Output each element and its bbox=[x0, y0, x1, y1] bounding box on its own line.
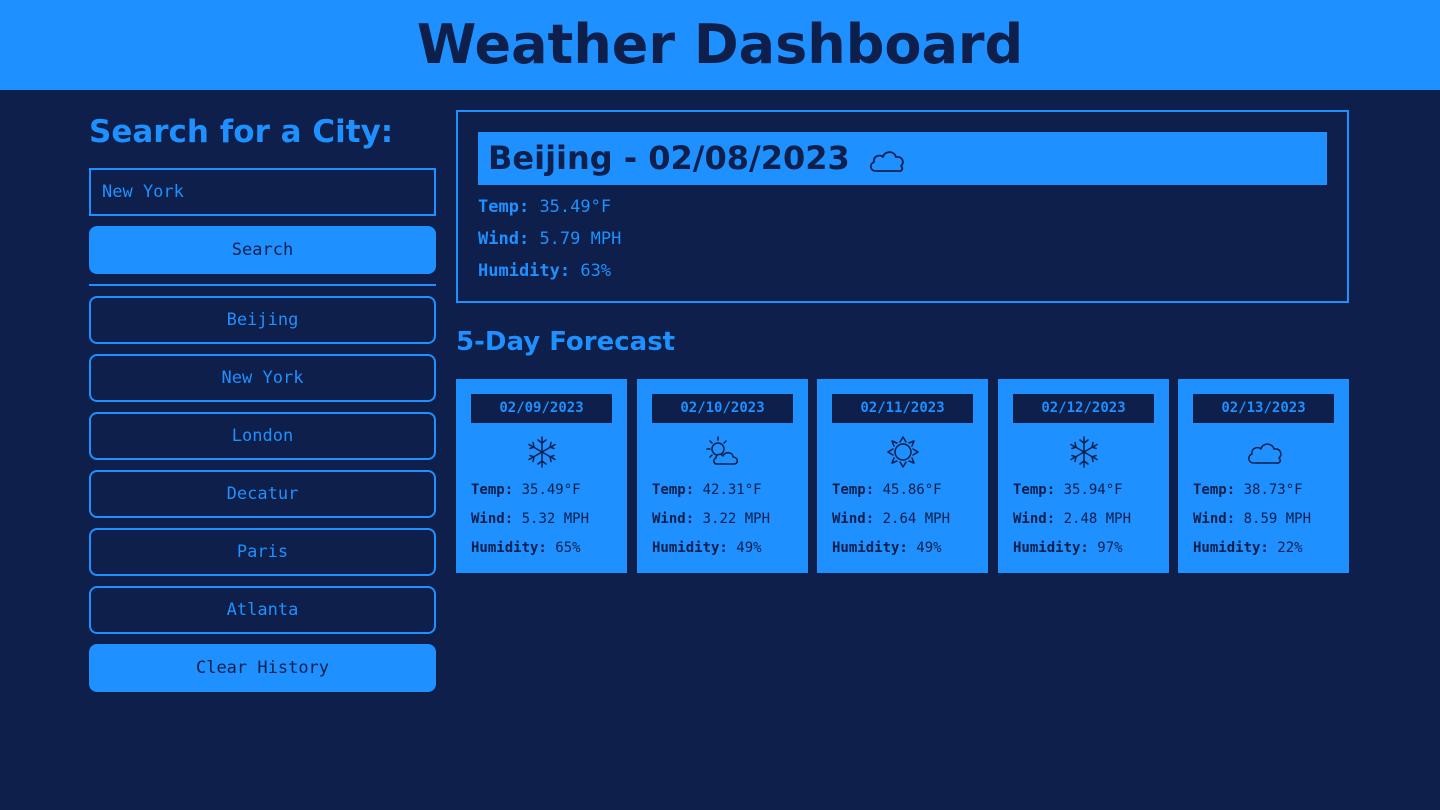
current-wind-label: Wind: bbox=[478, 229, 530, 249]
sidebar-divider bbox=[89, 284, 436, 286]
clear-history-button[interactable]: Clear History bbox=[89, 644, 436, 692]
current-humidity: Humidity: 63% bbox=[478, 261, 611, 281]
page-title: Weather Dashboard bbox=[416, 13, 1024, 76]
forecast-humidity-value: 49% bbox=[916, 540, 942, 556]
current-temp-label: Temp: bbox=[478, 197, 530, 217]
forecast-card: 02/12/2023 Temp: 35.94°F Wind: 2.48 MPH … bbox=[998, 379, 1169, 573]
forecast-wind-label: Wind: bbox=[652, 511, 695, 527]
search-sidebar: Search for a City: Search Beijing New Yo… bbox=[89, 110, 436, 692]
forecast-temp-value: 45.86°F bbox=[882, 482, 942, 498]
forecast-temp-value: 35.94°F bbox=[1063, 482, 1123, 498]
forecast-temp: Temp: 35.49°F bbox=[471, 482, 581, 498]
history-button-atlanta[interactable]: Atlanta bbox=[89, 586, 436, 634]
forecast-wind: Wind: 8.59 MPH bbox=[1193, 511, 1311, 527]
city-search-input[interactable] bbox=[89, 168, 436, 216]
forecast-date: 02/13/2023 bbox=[1193, 394, 1334, 423]
forecast-temp: Temp: 42.31°F bbox=[652, 482, 762, 498]
cloud-icon bbox=[1248, 443, 1282, 464]
forecast-wind: Wind: 3.22 MPH bbox=[652, 511, 770, 527]
history-button-new-york[interactable]: New York bbox=[89, 354, 436, 402]
forecast-date: 02/10/2023 bbox=[652, 394, 793, 423]
forecast-card: 02/13/2023 Temp: 38.73°F Wind: 8.59 MPH … bbox=[1178, 379, 1349, 573]
current-wind: Wind: 5.79 MPH bbox=[478, 229, 621, 249]
current-weather-title: Beijing - 02/08/2023 bbox=[478, 132, 1327, 185]
forecast-temp-label: Temp: bbox=[652, 482, 695, 498]
forecast-humidity: Humidity: 49% bbox=[652, 540, 762, 556]
current-temp-value: 35.49°F bbox=[539, 197, 612, 217]
history-button-london[interactable]: London bbox=[89, 412, 436, 460]
forecast-date: 02/11/2023 bbox=[832, 394, 973, 423]
current-humidity-value: 63% bbox=[580, 261, 612, 281]
search-button[interactable]: Search bbox=[89, 226, 436, 274]
forecast-card: 02/09/2023 Temp: 35.49°F Wind: 5.32 MPH … bbox=[456, 379, 627, 573]
forecast-humidity-value: 49% bbox=[736, 540, 762, 556]
snowflake-icon bbox=[1070, 436, 1098, 468]
current-city-date: Beijing - 02/08/2023 bbox=[488, 139, 850, 177]
forecast-wind-label: Wind: bbox=[832, 511, 875, 527]
snowflake-icon bbox=[528, 436, 556, 468]
forecast-wind-value: 5.32 MPH bbox=[521, 511, 590, 527]
forecast-humidity-label: Humidity: bbox=[471, 540, 547, 556]
forecast-wind: Wind: 2.48 MPH bbox=[1013, 511, 1131, 527]
forecast-temp-value: 42.31°F bbox=[702, 482, 762, 498]
sun-icon bbox=[887, 436, 919, 468]
forecast-wind-label: Wind: bbox=[1013, 511, 1056, 527]
forecast-date: 02/09/2023 bbox=[471, 394, 612, 423]
current-temp: Temp: 35.49°F bbox=[478, 197, 611, 217]
forecast-wind: Wind: 2.64 MPH bbox=[832, 511, 950, 527]
forecast-temp-label: Temp: bbox=[832, 482, 875, 498]
forecast-heading: 5-Day Forecast bbox=[456, 327, 676, 357]
forecast-temp: Temp: 38.73°F bbox=[1193, 482, 1303, 498]
forecast-card: 02/10/2023 Temp: 42.31°F Wind: 3.22 MPH … bbox=[637, 379, 808, 573]
forecast-temp-label: Temp: bbox=[1193, 482, 1236, 498]
forecast-wind-value: 2.64 MPH bbox=[882, 511, 951, 527]
forecast-card: 02/11/2023 Temp: 45.86°F Wind: 2.64 MPH … bbox=[817, 379, 988, 573]
forecast-temp-value: 35.49°F bbox=[521, 482, 581, 498]
forecast-humidity-value: 22% bbox=[1277, 540, 1303, 556]
forecast-humidity-label: Humidity: bbox=[1193, 540, 1269, 556]
forecast-humidity-label: Humidity: bbox=[652, 540, 728, 556]
current-weather-panel: Beijing - 02/08/2023 Temp: 35.49°F Wind:… bbox=[456, 110, 1349, 303]
current-humidity-label: Humidity: bbox=[478, 261, 571, 281]
forecast-date: 02/12/2023 bbox=[1013, 394, 1154, 423]
forecast-temp: Temp: 35.94°F bbox=[1013, 482, 1123, 498]
sun-behind-cloud-icon bbox=[706, 436, 738, 465]
forecast-temp-value: 38.73°F bbox=[1243, 482, 1303, 498]
forecast-wind-label: Wind: bbox=[471, 511, 514, 527]
history-button-paris[interactable]: Paris bbox=[89, 528, 436, 576]
forecast-temp: Temp: 45.86°F bbox=[832, 482, 942, 498]
forecast-wind-value: 2.48 MPH bbox=[1063, 511, 1132, 527]
forecast-wind-label: Wind: bbox=[1193, 511, 1236, 527]
forecast-temp-label: Temp: bbox=[471, 482, 514, 498]
cloud-icon bbox=[869, 151, 904, 173]
history-button-beijing[interactable]: Beijing bbox=[89, 296, 436, 344]
search-heading: Search for a City: bbox=[89, 114, 394, 150]
history-button-decatur[interactable]: Decatur bbox=[89, 470, 436, 518]
forecast-humidity-value: 65% bbox=[555, 540, 581, 556]
forecast-temp-label: Temp: bbox=[1013, 482, 1056, 498]
forecast-humidity-label: Humidity: bbox=[832, 540, 908, 556]
header-bar: Weather Dashboard bbox=[0, 0, 1440, 90]
forecast-humidity: Humidity: 49% bbox=[832, 540, 942, 556]
forecast-humidity: Humidity: 97% bbox=[1013, 540, 1123, 556]
forecast-wind-value: 8.59 MPH bbox=[1243, 511, 1312, 527]
forecast-wind-value: 3.22 MPH bbox=[702, 511, 771, 527]
forecast-wind: Wind: 5.32 MPH bbox=[471, 511, 589, 527]
forecast-humidity: Humidity: 22% bbox=[1193, 540, 1303, 556]
current-wind-value: 5.79 MPH bbox=[539, 229, 622, 249]
forecast-humidity: Humidity: 65% bbox=[471, 540, 581, 556]
forecast-humidity-label: Humidity: bbox=[1013, 540, 1089, 556]
forecast-humidity-value: 97% bbox=[1097, 540, 1123, 556]
